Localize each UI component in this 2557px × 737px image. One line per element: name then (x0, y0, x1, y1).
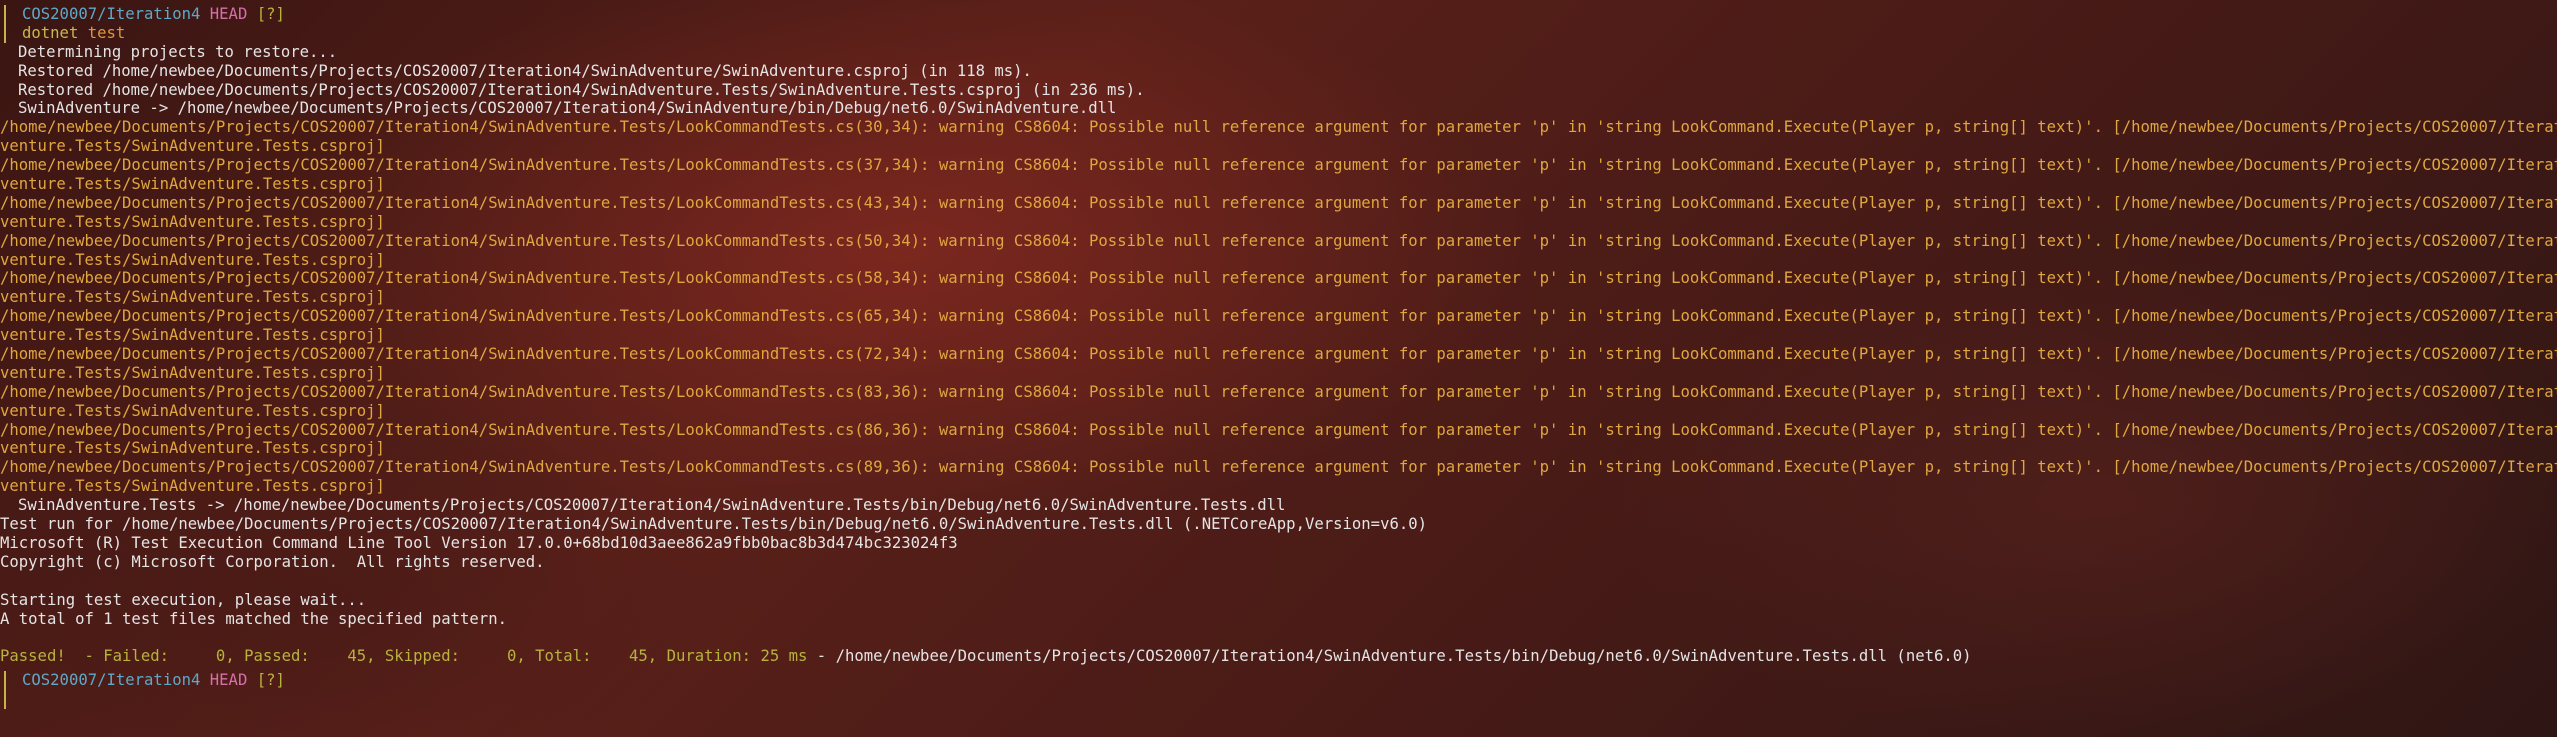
warning-line: /home/newbee/Documents/Projects/COS20007… (0, 420, 2557, 439)
warning-line: /home/newbee/Documents/Projects/COS20007… (0, 118, 2557, 137)
warning-line: /home/newbee/Documents/Projects/COS20007… (0, 345, 2557, 364)
command-line: dotnet test (4, 23, 2557, 43)
repo-path: COS20007/Iteration4 (22, 5, 201, 23)
warning-line: /home/newbee/Documents/Projects/COS20007… (0, 231, 2557, 250)
build-output-line: SwinAdventure -> /home/newbee/Documents/… (18, 99, 1117, 118)
prompt-line: COS20007/Iteration4 HEAD [?] (4, 5, 2557, 24)
warning-line-continued: venture.Tests/SwinAdventure.Tests.csproj… (0, 250, 385, 269)
warning-line-continued: venture.Tests/SwinAdventure.Tests.csproj… (0, 288, 385, 307)
warning-line-continued: venture.Tests/SwinAdventure.Tests.csproj… (0, 175, 385, 194)
build-output-line: SwinAdventure.Tests -> /home/newbee/Docu… (18, 496, 1286, 515)
warning-line: /home/newbee/Documents/Projects/COS20007… (0, 382, 2557, 401)
warning-line-continued: venture.Tests/SwinAdventure.Tests.csproj… (0, 477, 385, 496)
prompt-line: COS20007/Iteration4 HEAD [?] (4, 671, 2557, 691)
warning-line: /home/newbee/Documents/Projects/COS20007… (0, 458, 2557, 477)
test-summary: Passed! - Failed: 0, Passed: 45, Skipped… (0, 647, 808, 666)
test-result-line: Passed! - Failed: 0, Passed: 45, Skipped… (0, 647, 2557, 666)
git-branch: HEAD (209, 671, 248, 690)
git-branch: HEAD (209, 5, 248, 23)
restore-line: Restored /home/newbee/Documents/Projects… (18, 61, 1032, 80)
warning-line-continued: venture.Tests/SwinAdventure.Tests.csproj… (0, 212, 385, 231)
test-info-line: Copyright (c) Microsoft Corporation. All… (0, 552, 545, 571)
warning-line-continued: venture.Tests/SwinAdventure.Tests.csproj… (0, 401, 385, 420)
test-info-line: Microsoft (R) Test Execution Command Lin… (0, 533, 958, 552)
input-line[interactable] (4, 690, 2557, 709)
git-status: [?] (256, 5, 285, 23)
warning-line-continued: venture.Tests/SwinAdventure.Tests.csproj… (0, 439, 385, 458)
warning-line: /home/newbee/Documents/Projects/COS20007… (0, 193, 2557, 212)
execution-line: A total of 1 test files matched the spec… (0, 609, 507, 628)
test-info-line: Test run for /home/newbee/Documents/Proj… (0, 515, 1428, 534)
restore-line: Restored /home/newbee/Documents/Projects… (18, 80, 1145, 99)
terminal-output[interactable]: COS20007/Iteration4 HEAD [?] dotnet test… (0, 5, 2557, 709)
result-path: /home/newbee/Documents/Projects/COS20007… (835, 647, 1972, 666)
result-separator: - (807, 647, 836, 666)
git-status: [?] (256, 671, 285, 690)
warning-line-continued: venture.Tests/SwinAdventure.Tests.csproj… (0, 326, 385, 345)
warning-line: /home/newbee/Documents/Projects/COS20007… (0, 269, 2557, 288)
restore-line: Determining projects to restore... (18, 42, 338, 61)
execution-line: Starting test execution, please wait... (0, 590, 367, 609)
warning-line: /home/newbee/Documents/Projects/COS20007… (0, 307, 2557, 326)
command-name: dotnet (22, 23, 79, 42)
warning-line-continued: venture.Tests/SwinAdventure.Tests.csproj… (0, 363, 385, 382)
warning-line-continued: venture.Tests/SwinAdventure.Tests.csproj… (0, 137, 385, 156)
repo-path: COS20007/Iteration4 (22, 671, 201, 690)
command-arg: test (87, 23, 126, 42)
warning-line: /home/newbee/Documents/Projects/COS20007… (0, 156, 2557, 175)
